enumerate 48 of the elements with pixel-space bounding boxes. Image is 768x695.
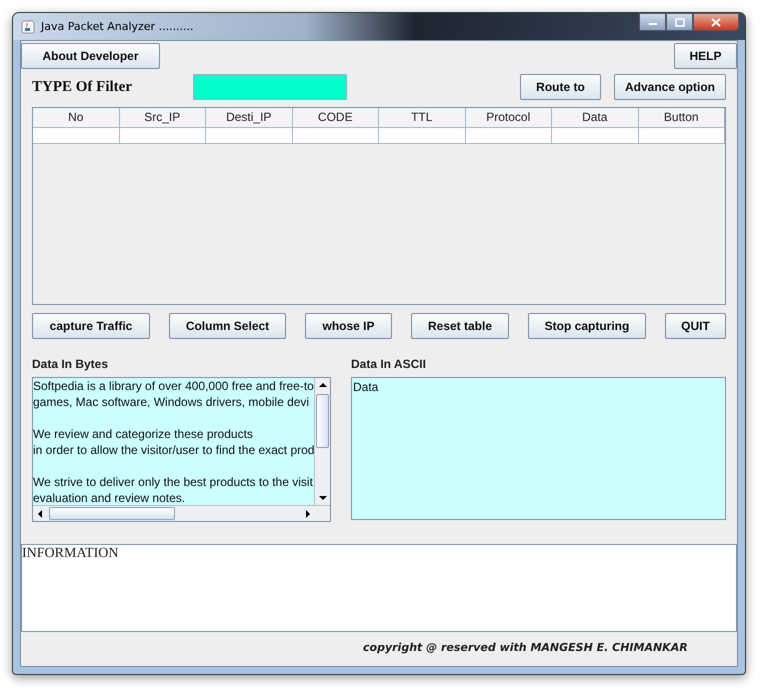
filter-field[interactable] [193,74,347,100]
information-text-area[interactable]: INFORMATION [21,544,737,632]
up-arrow-icon [318,382,326,388]
column-header[interactable]: Src_IP [120,108,206,128]
text-line: in order to allow the visitor/user to find the exact prod [33,442,314,458]
close-button[interactable] [693,13,739,31]
scroll-thumb[interactable] [316,394,329,448]
panel-label: Data In ASCII [351,357,427,371]
filter-button[interactable]: Advance option [614,74,726,100]
maximize-icon [674,18,684,26]
text-line: evaluation and review notes. [33,490,186,505]
action-button[interactable]: Reset table [411,313,509,339]
text-line: Data [353,380,378,394]
action-button[interactable]: Column Select [169,313,286,339]
maximize-button[interactable] [666,13,693,31]
action-button[interactable]: capture Traffic [32,313,150,339]
toolbar-button[interactable]: HELP [674,43,737,69]
text-line: Softpedia is a library of over 400,000 free and free-to [33,378,314,394]
filter-label: TYPE Of Filter [32,78,133,96]
column-header[interactable]: Button [638,108,725,128]
down-arrow-icon [318,495,326,501]
text-line: We review and categorize these products [33,426,254,442]
column-header[interactable]: Protocol [466,108,552,128]
ascii-text-area[interactable]: Data [351,377,726,520]
toolbar-button[interactable]: About Developer [21,43,160,69]
minimize-button[interactable] [639,13,666,31]
scroll-thumb[interactable] [49,507,175,520]
text-line: games, Mac software, Windows drivers, mobile devi [33,394,310,410]
copyright-text: copyright @ reserved with MANGESH E. CHIMANKAR [363,641,688,654]
action-button[interactable]: whose IP [305,313,392,339]
right-arrow-icon [305,510,311,518]
bytes-text-area[interactable] [32,377,331,522]
column-header[interactable]: No [33,108,120,128]
text-line: We strive to deliver only the best products to the visit [33,474,314,490]
panel-label: Data In Bytes [32,357,110,371]
column-header[interactable]: Desti_IP [206,108,292,128]
action-button[interactable]: QUIT [665,313,726,339]
window-title: Java Packet Analyzer .......... [41,20,195,33]
filter-button[interactable]: Route to [520,74,601,100]
text-line: INFORMATION [22,546,118,561]
left-arrow-icon [37,510,43,518]
horizontal-scrollbar[interactable] [33,505,330,521]
close-icon [711,18,721,26]
vertical-scrollbar[interactable] [314,378,330,505]
action-button[interactable]: Stop capturing [528,313,646,339]
column-header[interactable]: TTL [379,108,466,128]
column-header[interactable]: CODE [292,108,379,128]
column-header[interactable]: Data [552,108,638,128]
